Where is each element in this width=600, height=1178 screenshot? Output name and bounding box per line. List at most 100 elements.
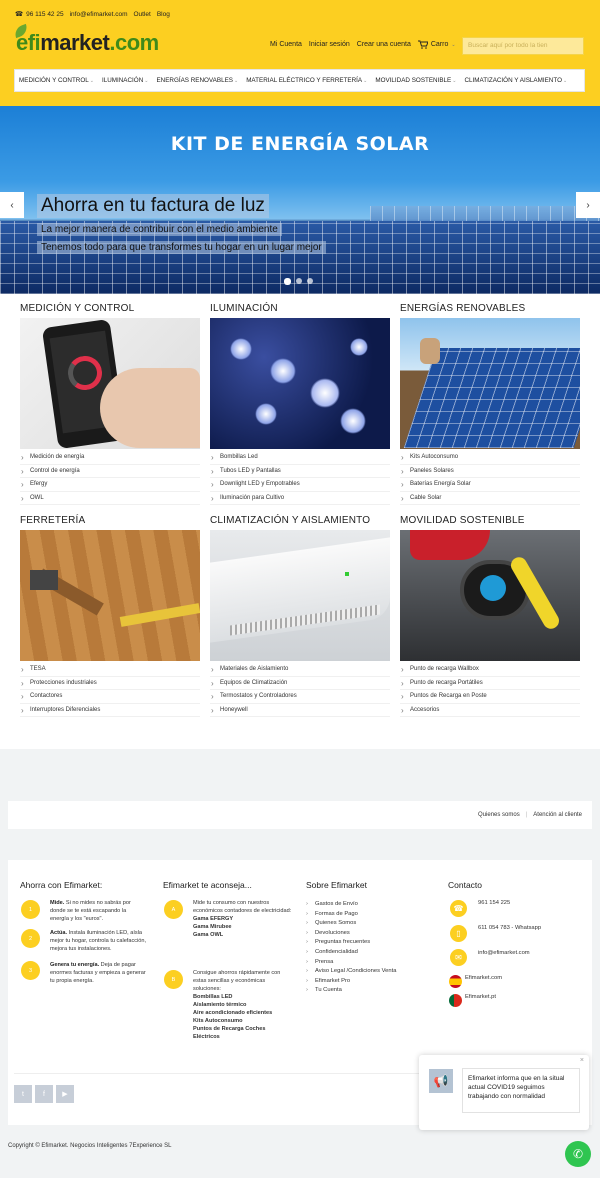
category-link[interactable]: TESA xyxy=(20,663,200,677)
category-link[interactable]: Interruptores Diferenciales xyxy=(20,704,200,717)
footer-link[interactable]: Formas de Pago xyxy=(306,910,396,920)
account-links: Mi Cuenta Iniciar sesión Crear una cuent… xyxy=(270,40,456,49)
phone-link[interactable]: ☎ 96 115 42 25 xyxy=(15,10,64,19)
menu-item-renovables[interactable]: Energías renovables⌄ xyxy=(156,77,238,84)
category-link[interactable]: Equipos de Climatización xyxy=(210,677,390,690)
menu-item-iluminacion[interactable]: Iluminación⌄ xyxy=(102,77,149,84)
advice-link[interactable]: Gama Mirubee xyxy=(193,923,293,931)
step-badge: 1 xyxy=(21,900,40,919)
email-link[interactable]: info@efimarket.com xyxy=(70,11,128,18)
menu-item-medicion[interactable]: Medición y control⌄ xyxy=(19,77,94,84)
category-movilidad: MOVILIDAD SOSTENIBLE Punto de recarga Wa… xyxy=(400,515,580,717)
footer-link[interactable]: Prensa xyxy=(306,958,396,968)
chevron-down-icon: ⌄ xyxy=(451,41,456,48)
category-link[interactable]: Protecciones industriales xyxy=(20,677,200,690)
youtube-icon[interactable]: ▶ xyxy=(56,1085,74,1103)
category-link[interactable]: Bombillas Led xyxy=(210,451,390,465)
category-link[interactable]: Medición de energía xyxy=(20,451,200,465)
category-link[interactable]: Punto de recarga Portátiles xyxy=(400,677,580,690)
category-title[interactable]: CLIMATIZACIÓN Y AISLAMIENTO xyxy=(210,515,390,526)
site-es-link[interactable]: Efimarket.com xyxy=(465,975,502,981)
footer-col-ahorra: Ahorra con Efimarket: xyxy=(20,880,102,900)
category-image[interactable] xyxy=(210,530,390,661)
category-link[interactable]: Contactores xyxy=(20,690,200,704)
contact-phone[interactable]: 961 154 225 xyxy=(478,900,510,906)
category-title[interactable]: MEDICIÓN Y CONTROL xyxy=(20,303,200,314)
category-image[interactable] xyxy=(20,318,200,449)
contact-email[interactable]: info@efimarket.com xyxy=(478,950,530,956)
close-icon[interactable]: × xyxy=(580,1057,584,1064)
slider-next-button[interactable]: › xyxy=(576,192,600,218)
menu-item-material[interactable]: Material eléctrico y ferretería⌄ xyxy=(246,77,367,84)
footer-link[interactable]: Tu Cuenta xyxy=(306,986,396,996)
advice-link[interactable]: Aislamiento térmico xyxy=(193,1001,293,1009)
footer-link[interactable]: Confidencialidad xyxy=(306,948,396,958)
outlet-link[interactable]: Outlet xyxy=(134,11,151,18)
slider-prev-button[interactable]: ‹ xyxy=(0,192,24,218)
footer-link[interactable]: Aviso Legal /Condiciones Venta xyxy=(306,967,396,977)
category-image[interactable] xyxy=(20,530,200,661)
slider-dot[interactable] xyxy=(296,278,302,284)
category-title[interactable]: MOVILIDAD SOSTENIBLE xyxy=(400,515,580,526)
category-link[interactable]: Termostatos y Controladores xyxy=(210,690,390,704)
advice-link[interactable]: Gama OWL xyxy=(193,931,293,939)
advice-link[interactable]: Puntos de Recarga Coches Eléctricos xyxy=(193,1025,293,1041)
search-input[interactable]: Buscar aquí por todo la tien xyxy=(462,37,584,55)
category-link[interactable]: Tubos LED y Pantallas xyxy=(210,465,390,478)
category-link[interactable]: Paneles Solares xyxy=(400,465,580,478)
category-link[interactable]: Iluminación para Cultivo xyxy=(210,492,390,505)
advice-link[interactable]: Gama EFERGY xyxy=(193,915,293,923)
category-link[interactable]: Kits Autoconsumo xyxy=(400,451,580,465)
login-link[interactable]: Iniciar sesión xyxy=(309,41,350,48)
category-image[interactable] xyxy=(400,530,580,661)
site-logo[interactable]: efi market .com xyxy=(12,23,159,56)
footer-link[interactable]: Efimarket Pro xyxy=(306,977,396,987)
category-link[interactable]: Puntos de Recarga en Poste xyxy=(400,690,580,704)
slider-dot[interactable] xyxy=(284,278,291,285)
cart-button[interactable]: Carro ⌄ xyxy=(417,40,456,49)
advice-link[interactable]: Aire acondicionado eficientes xyxy=(193,1009,293,1017)
advice-link[interactable]: Bombillas LED xyxy=(193,993,293,1001)
category-link[interactable]: Efergy xyxy=(20,478,200,492)
slider-dot[interactable] xyxy=(307,278,313,284)
footer-link[interactable]: Devoluciones xyxy=(306,929,396,939)
menu-item-climatizacion[interactable]: Climatización y aislamiento⌄ xyxy=(464,77,567,84)
category-link[interactable]: Cable Solar xyxy=(400,492,580,505)
step-bold: Mide. xyxy=(50,900,65,906)
category-link[interactable]: Accesorios xyxy=(400,704,580,717)
support-link[interactable]: Atención al cliente xyxy=(533,812,582,818)
footer-link[interactable]: Gastos de Envío xyxy=(306,900,396,910)
category-link[interactable]: Honeywell xyxy=(210,704,390,717)
chevron-right-icon: › xyxy=(586,199,590,211)
category-link[interactable]: Materiales de Aislamiento xyxy=(210,663,390,677)
category-link[interactable]: Baterías Energía Solar xyxy=(400,478,580,492)
twitter-icon[interactable]: t xyxy=(14,1085,32,1103)
menu-item-movilidad[interactable]: Movilidad sostenible⌄ xyxy=(375,77,456,84)
category-image[interactable] xyxy=(400,318,580,449)
category-link[interactable]: Punto de recarga Wallbox xyxy=(400,663,580,677)
footer-link[interactable]: Preguntas frecuentes xyxy=(306,938,396,948)
menu-label: Iluminación xyxy=(101,77,144,84)
blog-link[interactable]: Blog xyxy=(157,11,170,18)
advice-badge: A xyxy=(164,900,183,919)
facebook-icon[interactable]: f xyxy=(35,1085,53,1103)
category-title[interactable]: FERRETERÍA xyxy=(20,515,200,526)
whatsapp-button[interactable]: ✆ xyxy=(565,1141,591,1167)
category-title[interactable]: ENERGÍAS RENOVABLES xyxy=(400,303,580,314)
menu-label: Energías renovables xyxy=(156,77,233,84)
category-link[interactable]: Downlight LED y Empotrables xyxy=(210,478,390,492)
about-link[interactable]: Quienes somos xyxy=(478,812,520,818)
advice-link[interactable]: Kits Autoconsumo xyxy=(193,1017,293,1025)
info-bar: Quienes somos | Atención al cliente xyxy=(8,801,592,829)
site-pt-link[interactable]: Efimarket.pt xyxy=(465,994,496,1000)
contact-whatsapp[interactable]: 611 054 783 - Whatsapp xyxy=(478,925,541,931)
category-title[interactable]: ILUMINACIÓN xyxy=(210,303,390,314)
category-image[interactable] xyxy=(210,318,390,449)
email-icon: ✉ xyxy=(450,949,467,966)
chevron-down-icon: ⌄ xyxy=(562,78,568,84)
footer-link[interactable]: Quienes Somos xyxy=(306,919,396,929)
my-account-link[interactable]: Mi Cuenta xyxy=(270,41,302,48)
category-link[interactable]: OWL xyxy=(20,492,200,505)
create-account-link[interactable]: Crear una cuenta xyxy=(357,41,411,48)
category-link[interactable]: Control de energía xyxy=(20,465,200,478)
